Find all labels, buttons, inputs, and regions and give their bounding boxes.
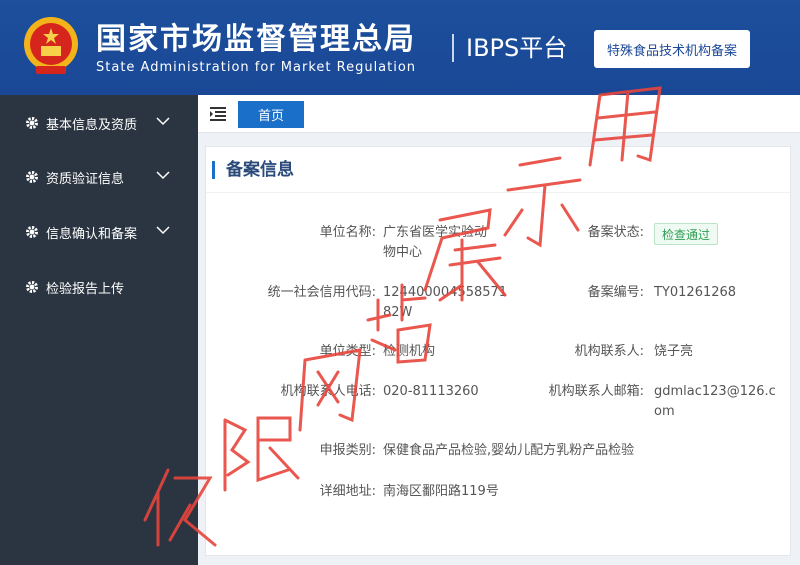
sidebar-item-confirm-and-file[interactable]: 信息确认和备案 [0,222,198,242]
unit-name-line-1: 广东省医学实验动 [383,225,488,240]
tab-home[interactable]: 首页 [238,101,304,128]
platform-name: IBPS平台 [466,34,568,62]
chevron-down-icon [156,226,170,235]
filing-number-label: 备案编号: [587,285,644,300]
credit-code-line-1: 124400004558571 [383,285,508,300]
report-category-label: 申报类别: [319,443,376,458]
panel-header: 备案信息 [206,147,790,193]
panel-title-accent [212,161,215,179]
contact-phone-label: 机构联系人电话: [280,384,376,399]
unit-name-label: 单位名称: [319,225,376,240]
chevron-down-icon [156,117,170,126]
sidebar-item-qualification-verification[interactable]: 资质验证信息 [0,167,198,187]
sidebar-item-label: 信息确认和备案 [46,226,138,242]
unit-type-label: 单位类型: [319,344,376,359]
agency-title: 国家市场监督管理总局 [96,22,416,57]
address-label: 详细地址: [319,484,376,499]
sidebar-item-report-upload[interactable]: 检验报告上传 [0,277,198,297]
sidebar-item-label: 基本信息及资质 [46,117,138,133]
agency-title-english: State Administration for Market Regulati… [96,60,417,75]
credit-code-line-2: 82W [383,305,413,320]
address-value: 南海区鄱阳路119号 [383,484,499,499]
sidebar-item-basic-info[interactable]: 基本信息及资质 [0,113,198,133]
tab-bar: 首页 [198,95,800,133]
unit-name-value: 广东省医学实验动 物中心 [383,223,487,263]
unit-name-line-2: 物中心 [383,245,423,260]
contact-email-line-1: gdmlac123@126.c [654,384,776,399]
filing-number-value: TY01261268 [654,285,737,300]
filing-system-button[interactable]: 特殊食品技术机构备案 [594,30,750,68]
gear-icon [26,171,38,183]
contact-phone-value: 020-81113260 [383,384,479,399]
credit-code-label: 统一社会信用代码: [267,285,376,300]
filing-status-label: 备案状态: [587,225,644,240]
panel-title: 备案信息 [226,160,294,180]
menu-toggle-icon[interactable] [210,107,226,121]
header-divider [452,34,454,62]
credit-code-value: 124400004558571 82W [383,283,507,323]
gear-icon [26,226,38,238]
sidebar: 基本信息及资质 资质验证信息 信息确认和备案 检验报告上传 [0,95,198,565]
contact-email-line-2: om [654,404,675,419]
contact-email-value: gdmlac123@126.c om [654,382,776,422]
unit-type-value: 检测机构 [383,344,436,359]
gear-icon [26,117,38,129]
report-category-value: 保健食品产品检验,婴幼儿配方乳粉产品检验 [383,443,635,458]
status-badge: 检查通过 [654,223,718,245]
contact-email-label: 机构联系人邮箱: [548,384,644,399]
chevron-down-icon [156,171,170,180]
contact-person-label: 机构联系人: [574,344,644,359]
contact-person-value: 饶子亮 [654,344,694,359]
national-emblem-icon [24,17,78,74]
gear-icon [26,281,38,293]
sidebar-item-label: 检验报告上传 [46,281,125,297]
sidebar-item-label: 资质验证信息 [46,171,125,187]
app-header: 国家市场监督管理总局 State Administration for Mark… [0,0,800,95]
